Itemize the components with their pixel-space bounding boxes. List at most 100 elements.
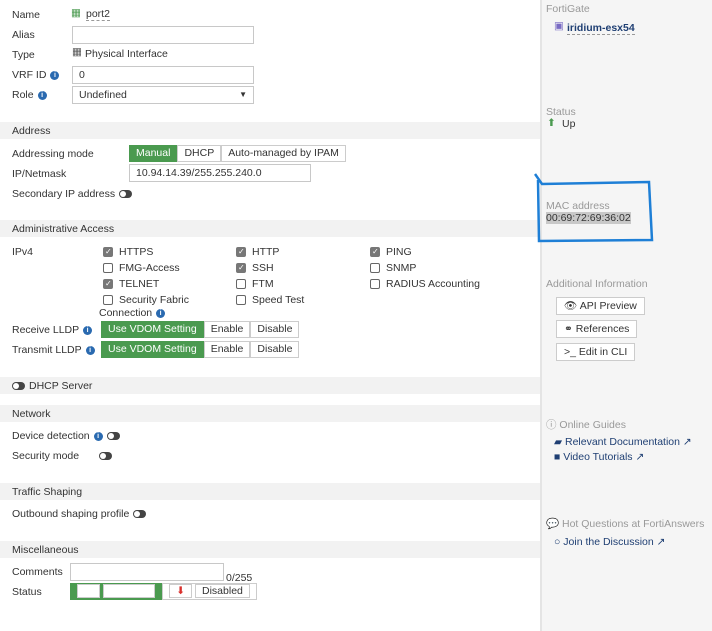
external-link-icon: ↗ (682, 436, 692, 448)
device-detection-toggle[interactable] (106, 432, 120, 441)
checkbox-fmg-access[interactable] (103, 263, 113, 273)
role-value: Undefined (79, 89, 127, 101)
role-select[interactable]: Undefined ▼ (72, 86, 254, 104)
relevant-doc-label: Relevant Documentation (565, 436, 680, 448)
checkbox-label: Security Fabric (119, 294, 190, 306)
addressing-mode-toggle: Manual DHCP Auto-managed by IPAM (129, 145, 346, 162)
info-icon[interactable]: i (85, 345, 95, 355)
ipv4-label: IPv4 (12, 246, 34, 258)
transmit-disable[interactable]: Disable (250, 341, 300, 358)
secondary-ip-toggle[interactable] (119, 190, 133, 199)
checkbox-ssh[interactable] (236, 263, 246, 273)
checkbox-security-fabric[interactable] (103, 295, 113, 305)
external-link-icon: ↗ (656, 536, 666, 548)
dhcp-server-toggle[interactable] (12, 382, 25, 391)
info-icon[interactable]: i (50, 70, 60, 80)
mode-manual[interactable]: Manual (129, 145, 178, 162)
online-guides-label: Online Guides (559, 419, 626, 431)
connection-label-text: Connection (99, 307, 153, 319)
type-label: Type (12, 49, 35, 61)
transmit-lldp-text: Transmit LLDP (12, 344, 82, 356)
sidebar: FortiGate ▣ iridium-esx54 Status ⬆︎ Up M… (534, 0, 712, 631)
device-detection-label: Device detection (12, 430, 90, 442)
checkbox-label: HTTP (252, 246, 280, 258)
security-mode: Security mode (12, 450, 113, 462)
video-tutorials-link[interactable]: ■ Video Tutorials ↗ (554, 451, 644, 463)
transmit-lldp-label: Transmit LLDP i (12, 344, 95, 356)
checkbox-ping[interactable] (370, 247, 380, 257)
edit-cli-label: Edit in CLI (578, 346, 628, 358)
join-discussion-label: Join the Discussion (563, 536, 654, 548)
question-circle-icon: ⓘ (546, 419, 557, 431)
checkbox-label: FTM (252, 278, 274, 290)
type-value: Physical Interface (85, 48, 168, 60)
transmit-lldp-toggle: Use VDOM Setting Enable Disable (101, 341, 300, 358)
hot-questions-label: Hot Questions at FortiAnswers (562, 518, 705, 530)
api-preview-label: API Preview (579, 300, 637, 312)
status-enabled[interactable]: ⬆︎ Enabled (70, 583, 163, 600)
checkbox-http[interactable] (236, 247, 246, 257)
info-icon[interactable]: i (93, 431, 103, 441)
references-button[interactable]: ⚭ References (556, 320, 638, 338)
outbound-shaping-toggle[interactable] (133, 510, 147, 519)
api-preview-button[interactable]: 👁 API Preview (556, 297, 645, 315)
vrf-input[interactable]: 0 (72, 66, 254, 84)
receive-lldp-text: Receive LLDP (12, 324, 80, 336)
comments-textarea[interactable] (70, 563, 224, 581)
checkbox-speed-test[interactable] (236, 295, 246, 305)
receive-disable[interactable]: Disable (250, 321, 300, 338)
security-mode-toggle[interactable] (99, 452, 113, 461)
additional-info-label: Additional Information (546, 278, 648, 290)
video-icon: ■ (554, 451, 561, 463)
checkbox-snmp[interactable] (370, 263, 380, 273)
section-network: Network (0, 405, 540, 422)
video-tutorials-label: Video Tutorials (563, 451, 633, 463)
name-label: Name (12, 9, 41, 21)
book-icon: ▰ (554, 436, 563, 448)
checkbox-label: SNMP (386, 262, 417, 274)
name-value[interactable]: port2 (86, 8, 110, 21)
alias-input[interactable] (72, 26, 254, 44)
caret-down-icon: ▼ (239, 90, 247, 99)
receive-enable[interactable]: Enable (203, 321, 251, 338)
join-discussion-link[interactable]: ○ Join the Discussion ↗ (554, 536, 665, 548)
status-toggle: ⬆︎ Enabled ⬇︎ Disabled (70, 583, 257, 600)
status-value: Up (562, 118, 576, 130)
transmit-use-vdom[interactable]: Use VDOM Setting (101, 341, 204, 358)
device-detection: Device detection i (12, 430, 120, 442)
transmit-enable[interactable]: Enable (203, 341, 251, 358)
link-icon: ⚭ (564, 323, 573, 335)
eye-icon: 👁 (564, 300, 578, 312)
terminal-icon: >_ (564, 346, 576, 358)
mode-dhcp[interactable]: DHCP (177, 145, 222, 162)
checkbox-ftm[interactable] (236, 279, 246, 289)
status-enabled-label: Enabled (102, 584, 156, 598)
checkbox-label: RADIUS Accounting (386, 278, 480, 290)
annotation-outline (534, 173, 654, 243)
edit-cli-button[interactable]: >_ Edit in CLI (556, 343, 636, 361)
info-icon[interactable]: i (156, 308, 166, 318)
checkbox-radius-accounting[interactable] (370, 279, 380, 289)
physical-interface-icon: ▦ (72, 46, 82, 58)
role-label: Role i (12, 89, 47, 101)
receive-lldp-toggle: Use VDOM Setting Enable Disable (101, 321, 300, 338)
ip-input[interactable]: 10.94.14.39/255.255.240.0 (129, 164, 311, 182)
comment-icon: ○ (554, 536, 561, 548)
role-label-text: Role (12, 89, 34, 101)
relevant-doc-link[interactable]: ▰ Relevant Documentation ↗ (554, 436, 692, 448)
connection-label: Connection i (99, 307, 166, 319)
checkbox-label: FMG-Access (119, 262, 180, 274)
checkbox-label: SSH (252, 262, 274, 274)
receive-use-vdom[interactable]: Use VDOM Setting (101, 321, 204, 338)
section-dhcp-server: DHCP Server (0, 377, 540, 394)
fortigate-icon: ▣ (554, 20, 564, 32)
mode-ipam[interactable]: Auto-managed by IPAM (221, 145, 346, 162)
checkbox-https[interactable] (103, 247, 113, 257)
info-icon[interactable]: i (37, 90, 47, 100)
status-disabled[interactable]: ⬇︎ Disabled (162, 583, 257, 600)
checkbox-telnet[interactable] (103, 279, 113, 289)
checkbox-label: Speed Test (252, 294, 305, 306)
fortigate-value[interactable]: iridium-esx54 (567, 22, 635, 35)
vrf-label-text: VRF ID (12, 69, 47, 81)
info-icon[interactable]: i (83, 325, 93, 335)
